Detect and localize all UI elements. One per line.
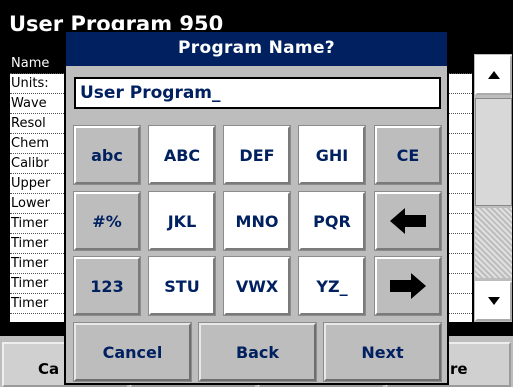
list-scrollbar[interactable] xyxy=(473,53,513,323)
key-STU[interactable]: STU xyxy=(149,257,215,315)
right-arrow-icon xyxy=(390,273,426,299)
dialog-title: Program Name? xyxy=(66,32,447,66)
key-ABC[interactable]: ABC xyxy=(149,126,215,184)
program-name-input[interactable]: User Program_ xyxy=(74,77,441,109)
key-numeric[interactable]: 123 xyxy=(74,257,140,315)
scroll-track[interactable] xyxy=(475,208,512,278)
key-abc[interactable]: abc xyxy=(74,126,140,184)
key-symbols[interactable]: #% xyxy=(74,192,140,250)
key-MNO[interactable]: MNO xyxy=(224,192,290,250)
scroll-up-button[interactable] xyxy=(475,55,512,95)
down-arrow-icon xyxy=(487,297,500,305)
next-button[interactable]: Next xyxy=(324,323,441,381)
key-backspace[interactable] xyxy=(375,192,441,250)
key-JKL[interactable]: JKL xyxy=(149,192,215,250)
left-arrow-icon xyxy=(390,208,426,234)
scroll-down-button[interactable] xyxy=(475,281,512,321)
key-forward[interactable] xyxy=(375,257,441,315)
program-name-dialog: Program Name? User Program_ abc ABC DEF … xyxy=(64,30,449,385)
cancel-button[interactable]: Cancel xyxy=(74,323,191,381)
key-PQR[interactable]: PQR xyxy=(299,192,365,250)
key-YZ[interactable]: YZ_ xyxy=(299,257,365,315)
up-arrow-icon xyxy=(487,71,500,79)
key-GHI[interactable]: GHI xyxy=(299,126,365,184)
key-clear-entry[interactable]: CE xyxy=(375,126,441,184)
key-DEF[interactable]: DEF xyxy=(224,126,290,184)
key-VWX[interactable]: VWX xyxy=(224,257,290,315)
back-button[interactable]: Back xyxy=(199,323,316,381)
scroll-thumb[interactable] xyxy=(475,98,512,206)
